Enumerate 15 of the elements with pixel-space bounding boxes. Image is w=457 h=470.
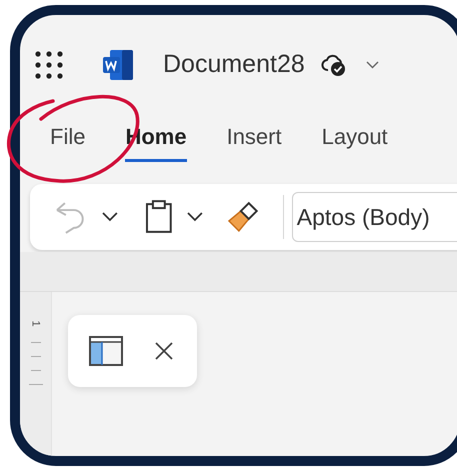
clipboard-icon[interactable] (144, 200, 174, 234)
app-launcher-icon[interactable] (35, 51, 63, 79)
document-title: Document28 (163, 49, 305, 80)
document-app-icon (102, 49, 134, 81)
close-icon[interactable] (154, 341, 174, 361)
chevron-down-icon[interactable] (187, 212, 204, 222)
ruler-number: 1 (30, 320, 41, 327)
cloud-saved-icon[interactable] (320, 53, 347, 77)
ribbon-tab[interactable]: Insert (226, 123, 282, 162)
side-pane-icon[interactable] (88, 335, 124, 367)
chevron-down-icon[interactable] (102, 212, 118, 222)
paintbrush-icon[interactable] (227, 201, 261, 233)
ribbon-tab[interactable]: Layout (322, 123, 388, 162)
ribbon-tab[interactable]: File (50, 123, 86, 162)
font-name-field[interactable]: Aptos (Body) (292, 192, 457, 242)
